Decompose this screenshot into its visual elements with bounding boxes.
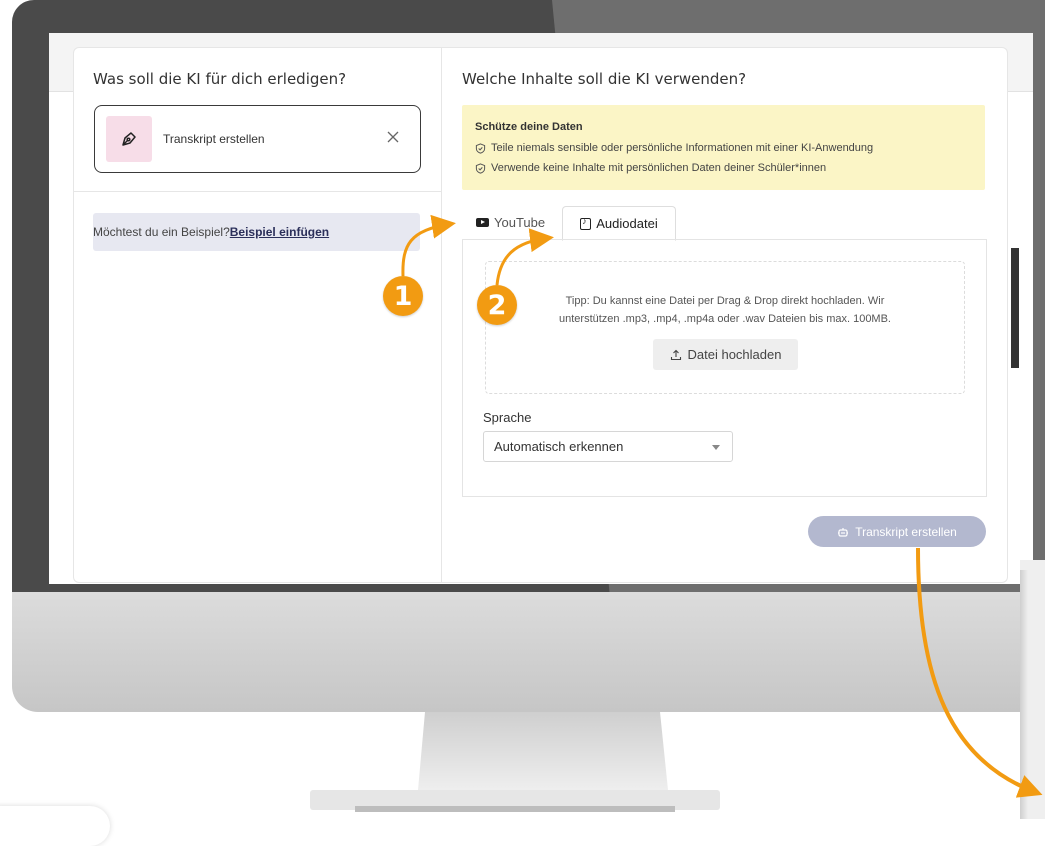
file-dropzone[interactable]: Tipp: Du kannst eine Datei per Drag & Dr… [485,261,965,394]
example-text: Möchtest du ein Beispiel? [93,225,230,239]
tab-audiodatei[interactable]: Audiodatei [562,206,676,241]
step-badge-2: 2 [477,285,517,325]
insert-example-link[interactable]: Beispiel einfügen [230,225,329,239]
left-divider [74,191,441,192]
column-divider [441,48,442,582]
example-hint: Möchtest du ein Beispiel? Beispiel einfü… [93,213,420,251]
language-value: Automatisch erkennen [494,439,624,454]
tab-youtube[interactable]: YouTube [476,206,545,239]
robot-icon [838,527,849,537]
warning-line: Teile niemals sensible oder persönliche … [475,142,873,154]
shield-check-icon [475,142,486,154]
chevron-down-icon [712,445,720,450]
upload-tip-line-1: Tipp: Du kannst eine Datei per Drag & Dr… [565,295,885,307]
scrollbar-thumb[interactable] [1011,248,1019,368]
step-badge-1: 1 [383,276,423,316]
privacy-warning: Schütze deine Daten Teile niemals sensib… [462,105,985,190]
task-label: Transkript erstellen [163,132,265,146]
right-title: Welche Inhalte soll die KI verwenden? [462,70,747,88]
close-icon[interactable] [382,126,404,148]
pen-nib-icon [106,116,152,162]
upload-button[interactable]: Datei hochladen [653,339,798,370]
youtube-icon [476,218,489,227]
upload-tip: Tipp: Du kannst eine Datei per Drag & Dr… [486,292,964,328]
warning-text-2: Verwende keine Inhalte mit persönlichen … [491,162,827,174]
tab-youtube-label: YouTube [494,215,546,230]
upload-tip-line-2: unterstützen .mp3, .mp4, .mp4a oder .wav… [559,313,891,325]
main-card: Was soll die KI für dich erledigen? Tran… [73,47,1008,583]
upload-button-label: Datei hochladen [687,347,782,362]
upload-icon [670,349,681,360]
app-screen: Was soll die KI für dich erledigen? Tran… [49,33,1033,584]
warning-line: Verwende keine Inhalte mit persönlichen … [475,162,826,174]
language-label: Sprache [483,410,532,425]
side-panel-shadow [1020,570,1028,819]
warning-title: Schütze deine Daten [475,121,583,133]
audio-file-icon [580,216,592,230]
tab-audio-label: Audiodatei [596,216,658,231]
shield-check-icon [475,162,486,174]
create-transcript-label: Transkript erstellen [855,524,957,539]
left-title: Was soll die KI für dich erledigen? [93,70,347,88]
selected-task-card[interactable]: Transkript erstellen [94,105,421,173]
audio-tab-panel: Tipp: Du kannst eine Datei per Drag & Dr… [462,239,987,497]
monitor-chin [12,592,1045,712]
language-select[interactable]: Automatisch erkennen [483,431,733,462]
create-transcript-button[interactable]: Transkript erstellen [808,516,986,547]
bottom-corner-shape [0,806,110,846]
warning-text-1: Teile niemals sensible oder persönliche … [491,142,874,154]
